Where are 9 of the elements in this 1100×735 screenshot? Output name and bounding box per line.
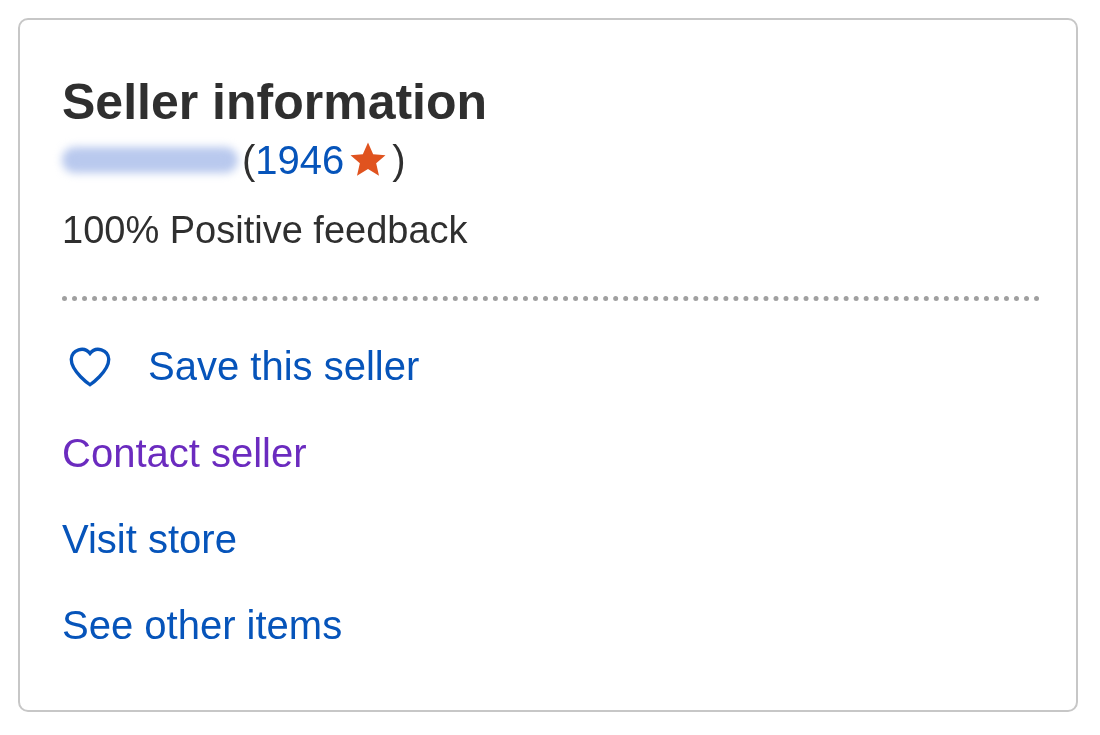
score-bracket: ) (392, 137, 406, 184)
score-bracket: ( (242, 137, 256, 184)
save-seller-button[interactable]: Save this seller (62, 341, 420, 391)
feedback-score-link[interactable]: 1946 (255, 136, 345, 184)
positive-feedback-text: 100% Positive feedback (62, 208, 468, 253)
card-title: Seller information (62, 73, 488, 132)
seller-link[interactable]: Contact seller (62, 429, 307, 477)
seller-link[interactable]: Visit store (62, 515, 237, 563)
seller-link[interactable]: See other items (62, 601, 343, 649)
